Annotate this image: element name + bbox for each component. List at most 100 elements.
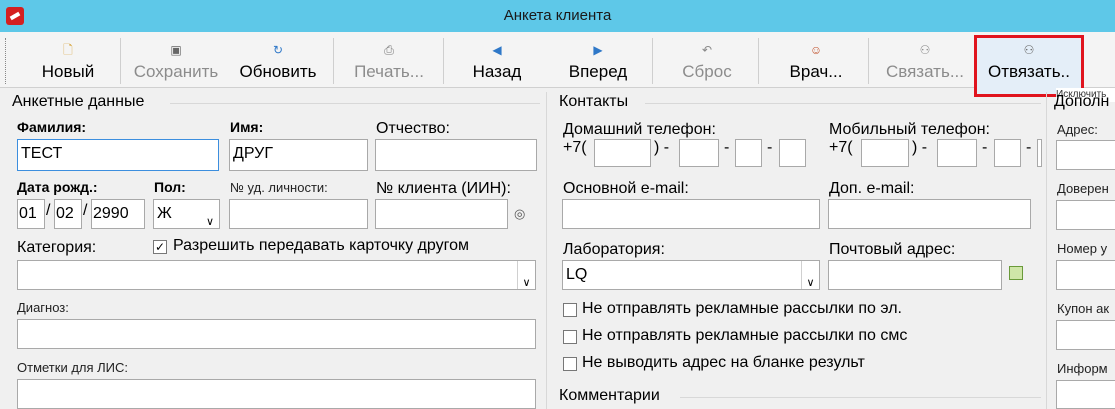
mobile-phone-close: ) - xyxy=(912,139,928,156)
postal-input[interactable] xyxy=(828,260,1002,290)
dob-month-input[interactable]: 02 xyxy=(54,199,82,229)
lab-label: Лаборатория: xyxy=(563,241,665,258)
trustee-label: Доверен xyxy=(1057,181,1109,196)
email-label: Основной e-mail: xyxy=(563,180,689,197)
undo-icon: ↶ xyxy=(701,43,713,57)
coupon-input[interactable] xyxy=(1056,320,1115,350)
home-phone-close: ) - xyxy=(654,139,670,156)
dob-day-input[interactable]: 01 xyxy=(17,199,45,229)
reset-button[interactable]: ↶ Сброс xyxy=(668,36,746,88)
home-phone-part2-input[interactable] xyxy=(735,139,762,167)
mobile-phone-prefix: +7( xyxy=(829,139,853,156)
arrow-right-icon: ▶ xyxy=(593,43,603,57)
category-select[interactable]: ∨ xyxy=(17,260,536,290)
id-doc-label: № уд. личности: xyxy=(230,180,328,195)
toolbar-separator xyxy=(652,38,653,84)
floppy-disk-icon: ▣ xyxy=(170,43,182,57)
unlink-icon: ⚇ xyxy=(1023,43,1035,57)
refresh-icon: ↻ xyxy=(272,43,284,57)
unlink-button[interactable]: ⚇ Отвязать.. xyxy=(977,36,1081,88)
window-title: Анкета клиента xyxy=(503,7,612,24)
map-icon[interactable] xyxy=(1009,266,1023,280)
first-name-label: Имя: xyxy=(230,119,264,135)
diagnosis-input[interactable] xyxy=(17,319,536,349)
lab-select[interactable]: LQ ∨ xyxy=(562,260,820,290)
share-card-label: Разрешить передавать карточку другом xyxy=(173,237,469,254)
lis-notes-label: Отметки для ЛИС: xyxy=(17,360,129,375)
category-label: Категория: xyxy=(17,239,97,256)
printer-icon: ⎙ xyxy=(384,43,394,57)
group-line xyxy=(680,397,1041,398)
address-input[interactable] xyxy=(1056,140,1115,170)
no-sms-ads-checkbox[interactable] xyxy=(563,330,577,344)
hide-address-label: Не выводить адрес на бланке результ xyxy=(582,354,865,371)
link-icon: ⚇ xyxy=(919,43,931,57)
diagnosis-label: Диагноз: xyxy=(17,300,69,315)
email2-input[interactable] xyxy=(828,199,1031,229)
dob-year-input[interactable]: 2990 xyxy=(91,199,145,229)
new-document-icon: 🗋 xyxy=(63,43,73,57)
patronymic-label: Отчество: xyxy=(376,120,450,137)
email-input[interactable] xyxy=(562,199,820,229)
dash: - xyxy=(982,139,988,156)
refresh-button[interactable]: ↻ Обновить xyxy=(232,36,324,88)
patronymic-input[interactable] xyxy=(375,139,537,171)
home-phone-code-input[interactable] xyxy=(594,139,651,167)
mobile-phone-label: Мобильный телефон: xyxy=(829,121,990,138)
forward-button[interactable]: ▶ Вперед xyxy=(556,36,640,88)
number-input[interactable] xyxy=(1056,260,1115,290)
profile-group-title: Анкетные данные xyxy=(12,93,145,110)
toolbar-separator xyxy=(120,38,121,84)
sex-select[interactable]: Ж ∨ xyxy=(153,199,220,229)
sex-label: Пол: xyxy=(154,179,186,195)
print-button[interactable]: ⎙ Печать... xyxy=(338,36,440,88)
toolbar-separator xyxy=(868,38,869,84)
last-name-input[interactable]: ТЕСТ xyxy=(17,139,219,171)
home-phone-prefix: +7( xyxy=(563,139,587,156)
dob-label: Дата рожд.: xyxy=(17,179,98,195)
home-phone-part3-input[interactable] xyxy=(779,139,806,167)
lis-notes-input[interactable] xyxy=(17,379,536,409)
link-button[interactable]: ⚇ Связать... xyxy=(876,36,974,88)
chevron-down-icon[interactable]: ∨ xyxy=(201,200,219,228)
trustee-input[interactable] xyxy=(1056,200,1115,230)
dash: - xyxy=(724,139,730,156)
mobile-phone-part2-input[interactable] xyxy=(994,139,1021,167)
date-separator: / xyxy=(83,202,88,219)
share-card-checkbox[interactable]: ✓ xyxy=(153,240,167,254)
client-number-input[interactable] xyxy=(375,199,508,229)
panel-divider xyxy=(1046,92,1047,409)
client-number-label: № клиента (ИИН): xyxy=(376,180,511,197)
address-label: Адрес: xyxy=(1057,122,1098,137)
toolbar-separator xyxy=(758,38,759,84)
mobile-phone-part1-input[interactable] xyxy=(937,139,977,167)
doctor-icon: ☺ xyxy=(809,43,823,57)
dash: - xyxy=(1026,139,1032,156)
no-sms-ads-label: Не отправлять рекламные рассылки по смс xyxy=(582,327,908,344)
mobile-phone-code-input[interactable] xyxy=(861,139,909,167)
info-input[interactable] xyxy=(1056,380,1115,409)
info-label: Информ xyxy=(1057,361,1108,376)
eye-icon[interactable]: ◎ xyxy=(514,206,525,222)
home-phone-part1-input[interactable] xyxy=(679,139,719,167)
first-name-input[interactable]: ДРУГ xyxy=(229,139,368,171)
extra-group-title: Дополн xyxy=(1054,93,1110,110)
id-doc-input[interactable] xyxy=(229,199,368,229)
panel-divider xyxy=(546,92,547,409)
new-button[interactable]: 🗋 Новый xyxy=(30,36,106,88)
mobile-phone-part3-input[interactable] xyxy=(1037,139,1042,167)
chevron-down-icon[interactable]: ∨ xyxy=(801,261,819,289)
chevron-down-icon[interactable]: ∨ xyxy=(517,261,535,289)
email2-label: Доп. e-mail: xyxy=(829,180,915,197)
comments-group-title: Комментарии xyxy=(559,387,660,404)
toolbar-separator xyxy=(443,38,444,84)
doctor-button[interactable]: ☺ Врач... xyxy=(772,36,860,88)
group-line xyxy=(170,103,540,104)
hide-address-checkbox[interactable] xyxy=(563,357,577,371)
no-email-ads-checkbox[interactable] xyxy=(563,303,577,317)
number-label: Номер у xyxy=(1057,241,1108,256)
toolbar-grip[interactable] xyxy=(5,38,8,84)
back-button[interactable]: ◀ Назад xyxy=(458,36,536,88)
save-button[interactable]: ▣ Сохранить xyxy=(124,36,228,88)
contacts-group-title: Контакты xyxy=(559,93,629,110)
